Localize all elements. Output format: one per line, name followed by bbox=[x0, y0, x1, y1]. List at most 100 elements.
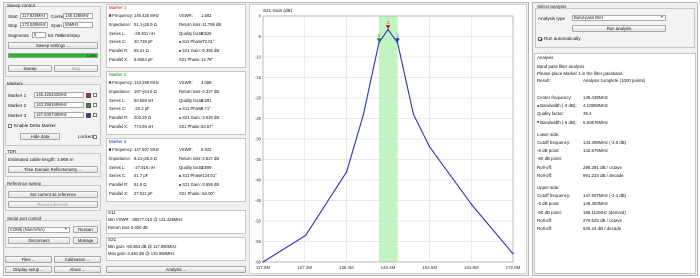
marker-1-left-value: 8.8264 pF bbox=[134, 57, 153, 62]
run-automatically-checkbox[interactable] bbox=[538, 37, 542, 41]
analysis-key-text: Bandwidth (-6 dB): bbox=[540, 119, 577, 125]
marker-3-left-key-text: Parallel X: bbox=[109, 191, 129, 196]
marker-1-left-key-text: Parallel R: bbox=[109, 48, 129, 54]
tdr-button[interactable]: Time Domain Reflectometry ... bbox=[8, 166, 98, 173]
y-tick-label: -50 bbox=[255, 219, 262, 224]
marker-1-right-value: 14.76° bbox=[201, 57, 214, 62]
marker-2-right-key-text: S21 Gain: bbox=[182, 115, 201, 121]
analysis-value: 4.10858MHz bbox=[583, 103, 608, 109]
stop-sweep-button[interactable]: Stop bbox=[54, 65, 98, 72]
enable-delta-marker-checkbox[interactable] bbox=[8, 124, 12, 128]
run-analysis-button[interactable]: Run analysis bbox=[572, 25, 666, 32]
analysis-value: 35.4 bbox=[583, 111, 592, 117]
analysis-instruction: Please place Marker 1 in the filter pass… bbox=[537, 71, 624, 76]
marker-3-right-value: 6.922 bbox=[201, 147, 212, 152]
x-tick-label: 127.3M bbox=[297, 265, 312, 270]
calibration-button[interactable]: Calibration ... bbox=[54, 256, 101, 263]
analysis-value: 169.111MHz (derived) bbox=[583, 209, 626, 215]
about-button[interactable]: About ... bbox=[54, 266, 101, 273]
y-tick-label: -40 bbox=[255, 178, 262, 183]
y-tick-label: -55 bbox=[255, 239, 262, 244]
marker-1-right-value: -9.392 dB bbox=[201, 48, 220, 54]
analysis-value: 147.507MHz (-3.1 dB) bbox=[583, 193, 627, 199]
span-input[interactable]: 55MHz bbox=[63, 22, 93, 28]
files-button[interactable]: Files ... bbox=[5, 256, 52, 263]
marker-3-left-value: 41.7 pF bbox=[134, 173, 149, 179]
marker-2-label: Marker 2 bbox=[8, 103, 27, 108]
marker-2-right-key-text: S21 Phase: bbox=[179, 124, 201, 129]
marker-2-color-button[interactable] bbox=[86, 102, 91, 108]
marker-2-left-value: 143.398 MHz bbox=[134, 80, 159, 85]
analysis-key-text: Roll-off: bbox=[537, 226, 553, 231]
marker-2-left-key: Parallel X: bbox=[109, 124, 128, 129]
marker-1-frequency-input[interactable]: 145.425342MHz bbox=[34, 92, 84, 98]
marker-3-visible-checkbox[interactable] bbox=[93, 113, 97, 117]
marker-2-right-value: 0.291 bbox=[201, 97, 212, 103]
marker-2-right-value: 63.57° bbox=[201, 124, 214, 129]
analysis-section-title: Upper side: bbox=[537, 185, 560, 190]
locked-checkbox[interactable] bbox=[93, 135, 97, 139]
set-reference-button[interactable]: Set current as reference bbox=[8, 191, 98, 198]
x-tick-label: 163.8M bbox=[464, 265, 479, 270]
marker-1-right-value: -72.01° bbox=[201, 39, 215, 45]
display-setup-button[interactable]: Display setup ... bbox=[5, 266, 52, 273]
start-frequency-input[interactable]: 117.829MHz bbox=[20, 13, 48, 19]
analysis-key: Roll-off: bbox=[537, 165, 552, 170]
marker-1-color-button[interactable] bbox=[86, 92, 91, 98]
s11-return-loss-label: Return loss: bbox=[108, 225, 131, 230]
marker-1-right-key-text: S21 Phase: bbox=[179, 57, 201, 62]
marker-2-frequency-input[interactable]: 143.398169MHz bbox=[34, 102, 84, 108]
gain-trace-point bbox=[362, 113, 365, 116]
segments-label: Segments bbox=[8, 33, 29, 38]
rescan-button[interactable]: Rescan bbox=[73, 226, 98, 233]
marker-2-data-title: Marker 2 bbox=[109, 72, 127, 77]
start-label: Start bbox=[8, 14, 18, 19]
marker-1-left-key-text: Impedance: bbox=[109, 21, 131, 27]
analysis-type-select[interactable]: Band-pass filter bbox=[572, 15, 666, 21]
y-tick-label: -5 bbox=[257, 34, 261, 39]
reset-reference-button[interactable]: Reset reference bbox=[8, 201, 98, 208]
sweep-button[interactable]: Sweep bbox=[8, 65, 52, 72]
segments-input[interactable]: 5 bbox=[32, 32, 46, 38]
analysis-key-text: -6 dB point: bbox=[537, 148, 560, 154]
marker-3-frequency-input[interactable]: 147.506748MHz bbox=[34, 112, 84, 118]
s21-gain-chart[interactable]: 117.9M 127.3M 136.3M 145.4M 154.6M 163.8M 172.… bbox=[249, 4, 527, 274]
marker-2-left-value: 167+j54.6 Ω bbox=[134, 88, 157, 94]
analysis-button[interactable]: Analysis ... bbox=[106, 266, 246, 273]
marker-3-color-button[interactable] bbox=[86, 112, 91, 118]
gain-trace-point bbox=[412, 113, 415, 116]
marker-1-visible-checkbox[interactable] bbox=[93, 93, 97, 97]
marker-2-left-value: 60.559 nH bbox=[134, 97, 154, 103]
marker-1-right-key-text: VSWR: bbox=[179, 13, 193, 18]
marker-1-right-value: 0.526 bbox=[201, 30, 212, 36]
analysis-key-text: -60 dB point: bbox=[537, 156, 562, 162]
serial-port-title: Serial port control bbox=[7, 216, 42, 221]
marker-3-right-key: VSWR: bbox=[179, 147, 193, 152]
analysis-key: -6 dB point: bbox=[537, 201, 559, 206]
serial-port-select[interactable]: COM5 (NanoVNA) bbox=[8, 227, 70, 233]
marker-3-data-panel: Marker 3 Frequency: 147.507 MHz Impedance: 9… bbox=[106, 138, 246, 202]
stop-frequency-input[interactable]: 172.929MHz bbox=[20, 22, 48, 28]
center-frequency-input[interactable]: 145.428MHz bbox=[63, 13, 93, 19]
analysis-key: Roll-off: bbox=[537, 226, 552, 231]
analysis-value: 925.24 dB / decade bbox=[583, 226, 622, 231]
manage-button[interactable]: Manage bbox=[73, 237, 98, 244]
marker-2-visible-checkbox[interactable] bbox=[93, 103, 97, 107]
marker-1-left-key: Series L: bbox=[109, 31, 126, 36]
gain-trace-point bbox=[512, 253, 514, 255]
marker-2-left-key-text: Parallel R: bbox=[109, 115, 129, 121]
y-tick-label: -10 bbox=[255, 55, 262, 60]
hide-data-button[interactable]: Hide data bbox=[20, 133, 60, 140]
marker-2-data-panel: Marker 2 Frequency: 143.398 MHz Impedance: 1… bbox=[106, 71, 246, 135]
sweep-settings-button[interactable]: Sweep settings ... bbox=[8, 42, 98, 49]
analysis-key: -60 dB point: bbox=[537, 156, 562, 161]
reference-sweep-title: Reference sweep bbox=[7, 181, 42, 186]
sweep-progress-text: 100% bbox=[86, 53, 96, 58]
y-tick-label: 0 bbox=[259, 14, 262, 19]
tdr-title: TDR bbox=[7, 149, 17, 154]
disconnect-button[interactable]: Disconnect bbox=[8, 237, 70, 244]
analysis-key-text: -60 dB point: bbox=[537, 209, 562, 215]
analysis-heading: Analysis bbox=[537, 55, 554, 60]
marker-1-left-key: Impedance: bbox=[109, 22, 131, 27]
marker-2-left-value: -20.3 pF bbox=[134, 106, 150, 112]
